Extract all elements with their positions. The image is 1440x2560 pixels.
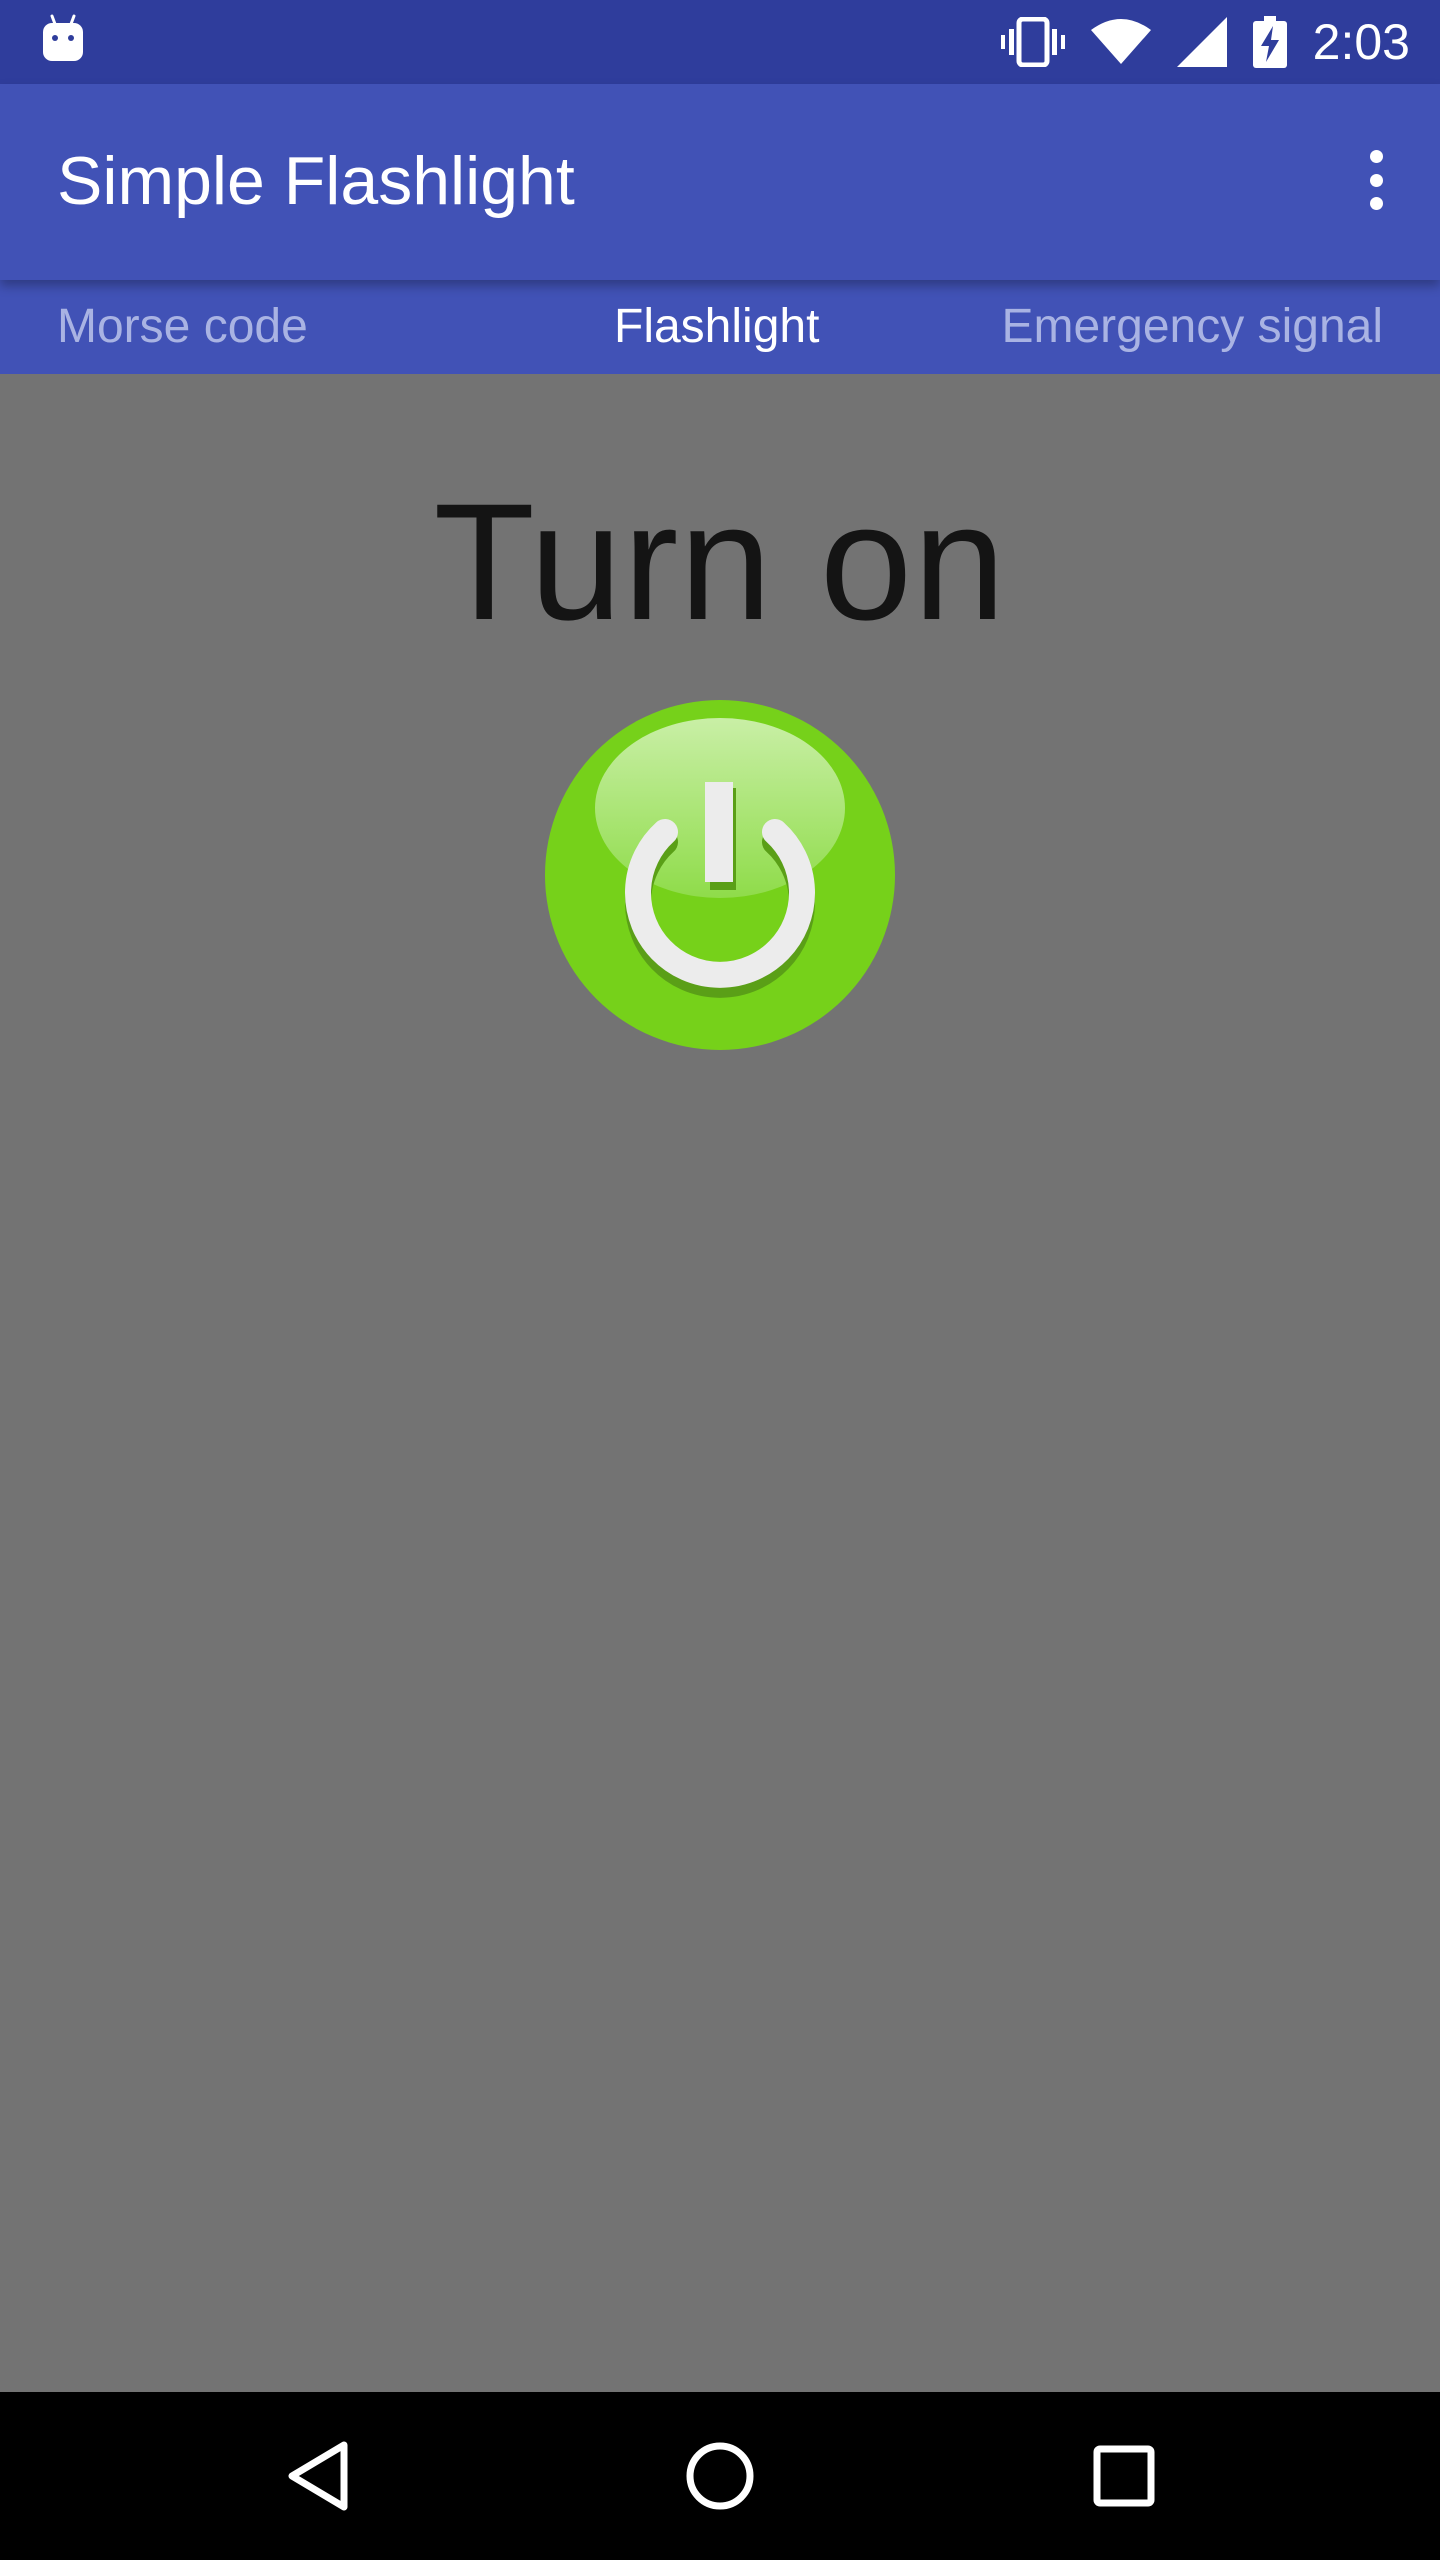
tab-bar: Morse code Flashlight Emergency signal — [0, 280, 1440, 374]
android-notification-icon — [40, 14, 86, 64]
power-icon — [545, 700, 895, 1050]
tab-emergency-signal[interactable]: Emergency signal — [1001, 280, 1383, 374]
menu-dot — [1369, 150, 1383, 163]
app-title: Simple Flashlight — [57, 143, 575, 219]
app-bar: Simple Flashlight — [0, 84, 1440, 280]
menu-dot — [1369, 173, 1383, 187]
back-icon — [288, 2441, 348, 2511]
cell-signal-icon — [1176, 17, 1227, 67]
back-button[interactable] — [234, 2392, 402, 2560]
menu-dot — [1369, 197, 1383, 210]
status-clock: 2:03 — [1312, 14, 1410, 70]
vibrate-icon — [1000, 17, 1065, 67]
navigation-bar — [0, 2392, 1440, 2560]
turn-on-label: Turn on — [433, 470, 1007, 655]
tab-morse-code[interactable]: Morse code — [57, 280, 308, 374]
power-button[interactable] — [545, 700, 895, 1050]
main-content: Turn on — [0, 374, 1440, 2392]
home-icon — [686, 2442, 754, 2510]
overflow-menu-icon[interactable] — [1352, 144, 1400, 216]
wifi-icon — [1090, 18, 1151, 66]
status-bar: 2:03 — [0, 0, 1440, 84]
battery-charging-icon — [1252, 16, 1287, 68]
tab-flashlight[interactable]: Flashlight — [614, 280, 819, 374]
home-button[interactable] — [636, 2392, 804, 2560]
recent-apps-button[interactable] — [1040, 2392, 1208, 2560]
recent-apps-icon — [1093, 2445, 1155, 2507]
